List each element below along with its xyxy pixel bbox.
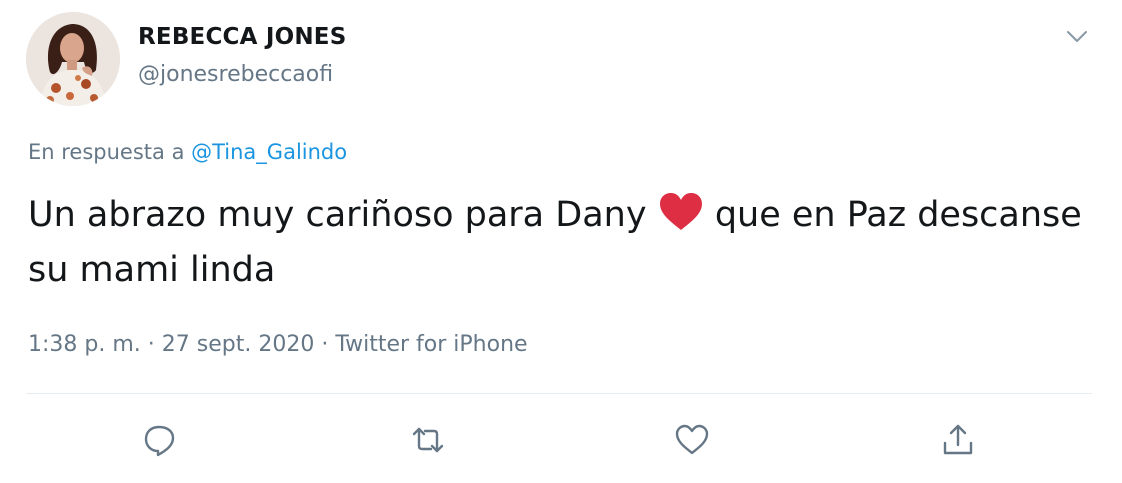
red-heart-emoji-icon [658, 192, 704, 232]
tweet-text: Un abrazo muy cariñoso para Dany que en … [28, 188, 1088, 298]
tweet-date[interactable]: 27 sept. 2020 [162, 332, 315, 357]
reply-mention-link[interactable]: @Tina_Galindo [191, 140, 347, 164]
tweet-source[interactable]: Twitter for iPhone [335, 332, 527, 357]
reply-button[interactable] [140, 420, 180, 460]
tweet-time[interactable]: 1:38 p. m. [28, 332, 141, 357]
user-handle[interactable]: @jonesrebeccaofi [138, 62, 333, 87]
retweet-button[interactable] [408, 420, 448, 460]
tweet-text-part1: Un abrazo muy cariñoso para Dany [28, 195, 658, 235]
comment-icon [144, 425, 175, 457]
like-button[interactable] [672, 420, 712, 460]
reply-prefix: En respuesta a [28, 140, 192, 164]
heart-icon [675, 424, 709, 455]
meta-separator: · [140, 332, 162, 357]
reply-context: En respuesta a @Tina_Galindo [28, 140, 347, 164]
profile-photo-icon [26, 12, 120, 106]
more-options-button[interactable] [1062, 24, 1092, 50]
chevron-down-icon [1067, 31, 1087, 42]
meta-separator: · [314, 332, 336, 357]
retweet-icon [412, 427, 444, 453]
tweet-meta: 1:38 p. m. · 27 sept. 2020 · Twitter for… [28, 332, 528, 357]
divider [26, 393, 1092, 394]
share-button[interactable] [938, 420, 978, 460]
avatar[interactable] [26, 12, 120, 106]
display-name[interactable]: REBECCA JONES [138, 24, 346, 50]
share-icon [943, 424, 973, 455]
